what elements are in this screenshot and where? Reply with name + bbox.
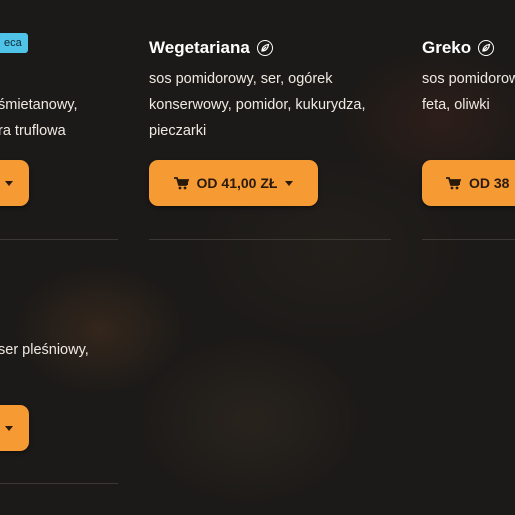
pizza-description: ser pleśniowy, bbox=[0, 337, 89, 363]
price-label: OD 41,00 ZŁ bbox=[196, 175, 278, 191]
leaf-icon bbox=[478, 40, 495, 56]
card-separator bbox=[0, 239, 118, 240]
order-button[interactable]: OD 41,00 ZŁ bbox=[149, 160, 318, 206]
description-line: śmietanowy, bbox=[0, 97, 78, 113]
card-separator bbox=[149, 239, 391, 240]
description-line: ra truflowa bbox=[0, 123, 66, 139]
description-line: konserwowy, pomidor, kukurydza, bbox=[149, 97, 366, 113]
card-separator bbox=[0, 483, 118, 484]
cart-icon bbox=[173, 176, 189, 189]
price-label: OD 38 bbox=[469, 175, 510, 191]
pizza-title-text: Greko bbox=[422, 38, 472, 57]
pizza-title-text: Wegetariana bbox=[149, 38, 250, 57]
pizza-description: śmietanowy, ra truflowa bbox=[0, 92, 78, 144]
description-line: ser pleśniowy, bbox=[0, 342, 89, 358]
pizza-title: Wegetariana bbox=[149, 38, 273, 58]
caret-down-icon bbox=[4, 180, 13, 186]
description-line: pieczarki bbox=[149, 123, 207, 139]
order-button[interactable]: OD 38 bbox=[422, 160, 515, 206]
leaf-icon bbox=[256, 40, 273, 56]
pizza-title: Greko bbox=[422, 38, 495, 58]
pizza-description: sos pomidorow feta, oliwki bbox=[422, 66, 515, 118]
order-button[interactable] bbox=[0, 160, 29, 206]
pizza-description: sos pomidorowy, ser, ogórek konserwowy, … bbox=[149, 66, 366, 144]
description-line: feta, oliwki bbox=[422, 97, 490, 113]
category-badge: eca bbox=[0, 33, 28, 53]
order-button[interactable] bbox=[0, 405, 29, 451]
description-line: sos pomidorowy, ser, ogórek bbox=[149, 71, 333, 87]
caret-down-icon bbox=[285, 180, 294, 186]
cart-icon bbox=[446, 176, 461, 189]
description-line: sos pomidorow bbox=[422, 71, 515, 87]
caret-down-icon bbox=[4, 425, 13, 431]
card-separator bbox=[422, 239, 515, 240]
